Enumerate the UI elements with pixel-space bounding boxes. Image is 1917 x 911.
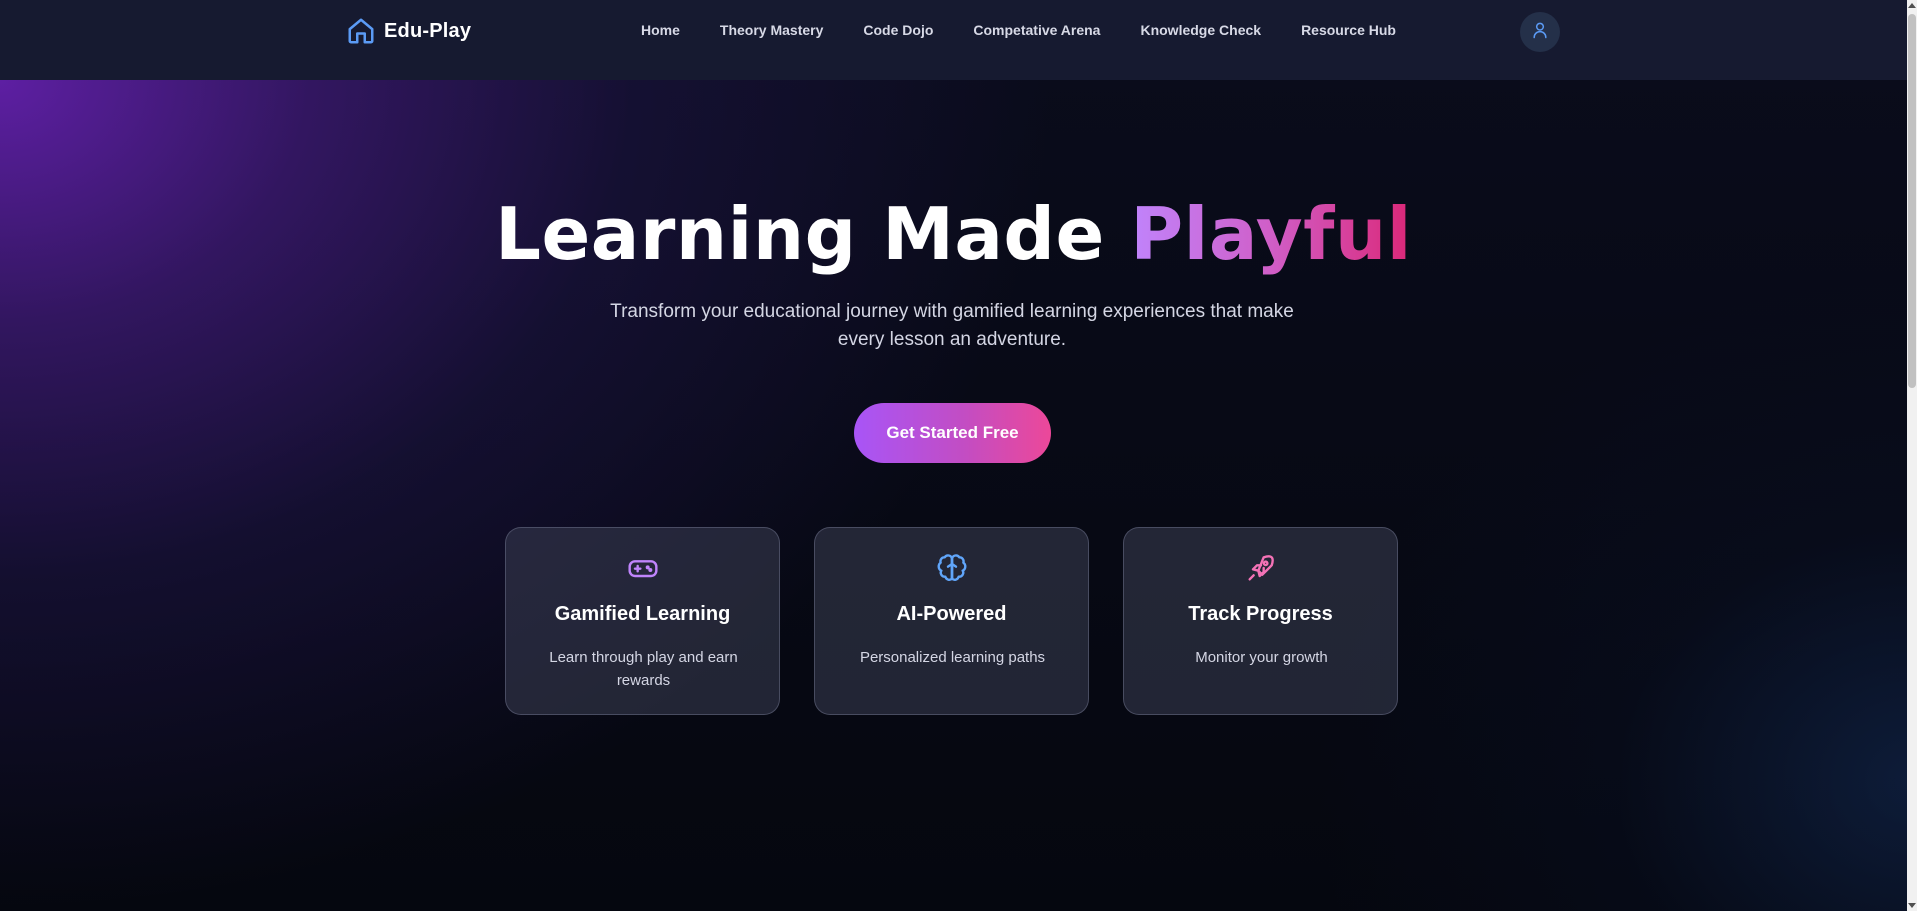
user-icon: [1530, 20, 1550, 45]
rocket-icon: [1245, 552, 1277, 589]
hero-title-accent: Playful: [1130, 192, 1412, 276]
feature-card-gamified-learning: Gamified Learning Learn through play and…: [505, 527, 780, 715]
feature-title: Track Progress: [1188, 603, 1333, 625]
feature-title: AI-Powered: [896, 603, 1007, 625]
landing-page: Edu-Play Home Theory Mastery Code Dojo C…: [0, 0, 1917, 911]
nav-link-home[interactable]: Home: [641, 22, 680, 38]
feature-description: Personalized learning paths: [859, 649, 1046, 666]
hero-title: Learning Made Playful: [0, 190, 1907, 278]
brain-icon: [936, 552, 968, 589]
nav-links: Home Theory Mastery Code Dojo Competativ…: [641, 22, 1396, 38]
feature-description: Monitor your growth: [1195, 649, 1328, 666]
nav-link-knowledge-check[interactable]: Knowledge Check: [1140, 22, 1261, 38]
feature-card-ai-powered: AI-Powered Personalized learning paths: [814, 527, 1089, 715]
gamepad-icon: [627, 552, 659, 589]
scroll-thumb[interactable]: [1908, 14, 1916, 388]
nav-link-theory-mastery[interactable]: Theory Mastery: [720, 22, 823, 38]
user-profile-button[interactable]: [1520, 12, 1560, 52]
hero-title-plain: Learning Made: [495, 192, 1131, 276]
page-scrollbar[interactable]: [1907, 0, 1917, 911]
nav-link-resource-hub[interactable]: Resource Hub: [1301, 22, 1396, 38]
get-started-button[interactable]: Get Started Free: [854, 403, 1051, 463]
feature-description: Learn through play and earn rewards: [549, 649, 738, 689]
scroll-down-arrow-icon[interactable]: [1908, 903, 1916, 908]
feature-card-track-progress: Track Progress Monitor your growth: [1123, 527, 1398, 715]
hero-subtitle: Transform your educational journey with …: [610, 301, 1294, 350]
brand-logo[interactable]: Edu-Play: [346, 16, 471, 46]
scroll-up-arrow-icon[interactable]: [1908, 3, 1916, 8]
home-icon: [346, 16, 376, 46]
navbar: Edu-Play Home Theory Mastery Code Dojo C…: [0, 0, 1907, 80]
nav-link-competative-arena[interactable]: Competative Arena: [973, 22, 1100, 38]
feature-title: Gamified Learning: [554, 603, 731, 625]
brand-name: Edu-Play: [384, 19, 472, 42]
nav-link-code-dojo[interactable]: Code Dojo: [863, 22, 933, 38]
